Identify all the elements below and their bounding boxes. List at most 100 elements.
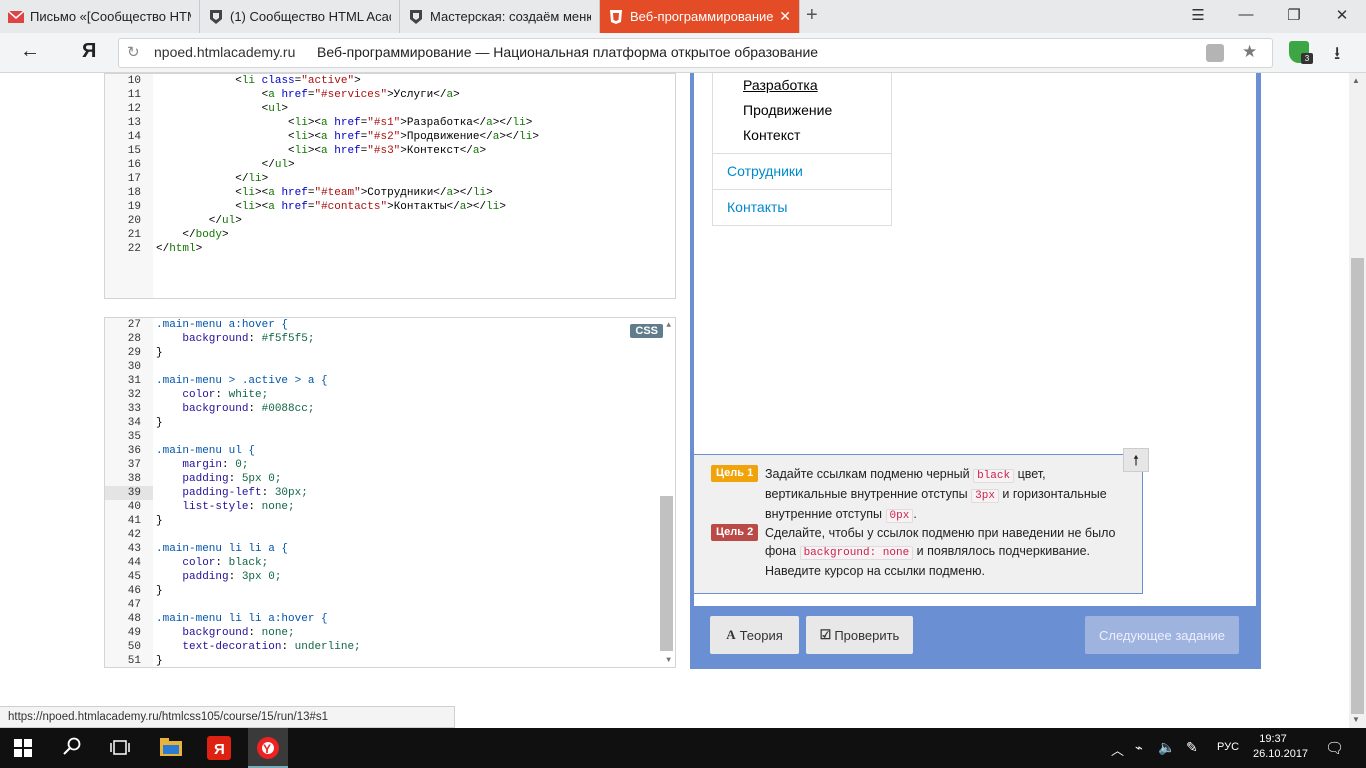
code-line[interactable]: 39 padding-left: 30px; xyxy=(105,486,665,500)
svg-text:Y: Y xyxy=(263,742,271,756)
code-line[interactable]: 50 text-decoration: underline; xyxy=(105,640,665,654)
tab-mail[interactable]: Письмо «[Сообщество HTML xyxy=(0,0,200,33)
code-line[interactable]: 37 margin: 0; xyxy=(105,458,665,472)
svg-text:Я: Я xyxy=(214,741,225,758)
code-line[interactable]: 15 <li><a href="#s3">Контекст</a> xyxy=(105,144,665,158)
code-line[interactable]: 33 background: #0088cc; xyxy=(105,402,665,416)
scroll-up-icon[interactable]: ▲ xyxy=(1352,76,1360,85)
code-line[interactable]: 21 </body> xyxy=(105,228,665,242)
download-icon[interactable]: ⭳ xyxy=(1334,41,1340,71)
submenu-link-promotion[interactable]: Продвижение xyxy=(743,102,832,118)
code-line[interactable]: 18 <li><a href="#team">Сотрудники</a></l… xyxy=(105,186,665,200)
theory-button[interactable]: A Теория xyxy=(710,616,799,654)
code-line[interactable]: 49 background: none; xyxy=(105,626,665,640)
code-line[interactable]: 27 .main-menu a:hover { xyxy=(105,318,665,332)
code-line[interactable]: 35 xyxy=(105,430,665,444)
html-editor[interactable]: 10 <li class="active"> 11 <a href="#servi… xyxy=(104,73,676,299)
url-text[interactable]: npoed.htmlacademy.ru xyxy=(154,44,295,60)
line-number: 49 xyxy=(127,627,141,639)
code-line[interactable]: 22 </html> xyxy=(105,242,665,256)
search-icon[interactable] xyxy=(62,737,82,761)
tray-up-icon[interactable]: ︿ xyxy=(1111,740,1124,764)
clock-time: 19:37 xyxy=(1259,733,1287,745)
new-tab-icon[interactable]: + xyxy=(806,4,818,27)
tab-title: Веб-программирование xyxy=(630,9,774,24)
code-line[interactable]: 38 padding: 5px 0; xyxy=(105,472,665,486)
code-line[interactable]: 20 </ul> xyxy=(105,214,665,228)
code-line[interactable]: 42 xyxy=(105,528,665,542)
code-line[interactable]: 19 <li><a href="#contacts">Контакты</a><… xyxy=(105,200,665,214)
code-line[interactable]: 51} xyxy=(105,654,665,667)
code-line[interactable]: 47 xyxy=(105,598,665,612)
yandex-button[interactable]: Я xyxy=(82,40,96,63)
code-line[interactable]: 31 .main-menu > .active > a { xyxy=(105,374,665,388)
lock-icon[interactable] xyxy=(1206,44,1224,62)
css-scrollbar[interactable]: ▲ ▼ xyxy=(659,318,675,667)
submenu-link-context[interactable]: Контекст xyxy=(743,127,800,143)
next-task-button[interactable]: Следующее задание xyxy=(1085,616,1239,654)
code-text: <li class="active"> xyxy=(156,75,361,87)
theory-label: Теория xyxy=(739,627,783,643)
yandex-browser-active-icon[interactable]: Y xyxy=(256,736,280,760)
code-line[interactable]: 46} xyxy=(105,584,665,598)
tab-title: Письмо «[Сообщество HTML xyxy=(30,9,191,24)
close-window-icon[interactable]: ✕ xyxy=(1332,6,1352,24)
code-line[interactable]: 41} xyxy=(105,514,665,528)
code-line[interactable]: 11 <a href="#services">Услуги</a> xyxy=(105,88,665,102)
line-number: 31 xyxy=(127,375,141,387)
menu-link-contacts[interactable]: Контакты xyxy=(713,189,891,225)
file-explorer-icon[interactable] xyxy=(160,738,182,762)
scrollbar-thumb[interactable] xyxy=(660,496,673,651)
menu-link-team[interactable]: Сотрудники xyxy=(713,153,891,189)
code-line[interactable]: 32 color: white; xyxy=(105,388,665,402)
code-line[interactable]: 34} xyxy=(105,416,665,430)
code-line[interactable]: 13 <li><a href="#s1">Разработка</a></li> xyxy=(105,116,665,130)
restore-icon[interactable]: ❐ xyxy=(1284,6,1304,24)
tab-workshop[interactable]: Мастерская: создаём меню xyxy=(400,0,600,33)
yandex-browser-icon[interactable]: Я xyxy=(207,736,231,760)
clock[interactable]: 19:37 26.10.2017 xyxy=(1253,732,1308,762)
code-line[interactable]: 43 .main-menu li li a { xyxy=(105,542,665,556)
pen-icon[interactable]: ✎ xyxy=(1186,739,1198,763)
font-icon: A xyxy=(726,627,736,642)
code-text: <a href="#services">Услуги</a> xyxy=(156,89,460,101)
bookmark-star-icon[interactable]: ★ xyxy=(1242,42,1257,62)
code-line[interactable]: 16 </ul> xyxy=(105,158,665,172)
notifications-icon[interactable]: 🗨 xyxy=(1325,739,1344,763)
code-line[interactable]: 28 background: #f5f5f5; xyxy=(105,332,665,346)
scroll-up-icon[interactable]: ▲ xyxy=(666,321,671,330)
line-number: 37 xyxy=(127,459,141,471)
line-number: 38 xyxy=(127,473,141,485)
tab-community[interactable]: (1) Сообщество HTML Acad xyxy=(200,0,400,33)
code-line[interactable]: 10 <li class="active"> xyxy=(105,74,665,88)
back-icon[interactable]: ← xyxy=(20,40,40,63)
code-line[interactable]: 40 list-style: none; xyxy=(105,500,665,514)
check-button[interactable]: ☑ Проверить xyxy=(806,616,913,654)
scrollbar-thumb[interactable] xyxy=(1351,258,1364,714)
code-line[interactable]: 29} xyxy=(105,346,665,360)
code-line[interactable]: 14 <li><a href="#s2">Продвижение</a></li… xyxy=(105,130,665,144)
line-number: 51 xyxy=(127,655,141,667)
code-line[interactable]: 45 padding: 3px 0; xyxy=(105,570,665,584)
tab-webprog[interactable]: Веб-программирование ✕ xyxy=(600,0,800,33)
scroll-down-icon[interactable]: ▼ xyxy=(1352,715,1360,724)
code-line[interactable]: 44 color: black; xyxy=(105,556,665,570)
windows-start-icon[interactable] xyxy=(14,739,32,763)
code-line[interactable]: 17 </li> xyxy=(105,172,665,186)
code-line[interactable]: 36 .main-menu ul { xyxy=(105,444,665,458)
line-number: 29 xyxy=(127,347,141,359)
menu-icon[interactable]: ☰ xyxy=(1188,6,1208,24)
language-indicator[interactable]: РУС xyxy=(1217,741,1239,753)
close-tab-icon[interactable]: ✕ xyxy=(779,8,791,25)
reload-icon[interactable]: ↻ xyxy=(127,43,140,61)
minimize-icon[interactable]: — xyxy=(1236,6,1256,23)
code-line[interactable]: 48 .main-menu li li a:hover { xyxy=(105,612,665,626)
submenu-link-development[interactable]: Разработка xyxy=(743,77,818,93)
code-line[interactable]: 12 <ul> xyxy=(105,102,665,116)
volume-icon[interactable]: 🔈 xyxy=(1158,739,1175,763)
code-line[interactable]: 30 xyxy=(105,360,665,374)
network-icon[interactable]: ⌁ xyxy=(1135,740,1143,764)
scroll-down-icon[interactable]: ▼ xyxy=(666,656,671,665)
css-editor[interactable]: 27 .main-menu a:hover {28 background: #f5… xyxy=(104,317,676,668)
task-view-icon[interactable] xyxy=(110,739,130,763)
